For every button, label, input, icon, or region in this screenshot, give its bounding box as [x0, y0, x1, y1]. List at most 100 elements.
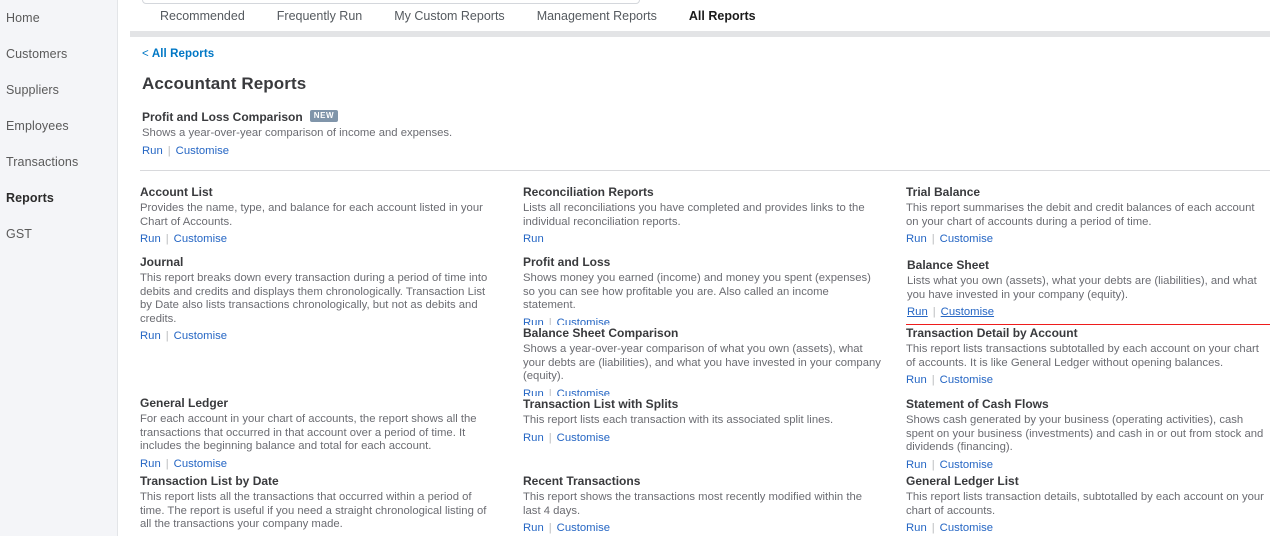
- customise-link[interactable]: Customise: [940, 459, 993, 471]
- report-actions: Run | Customise: [906, 521, 1270, 535]
- run-link[interactable]: Run: [523, 432, 544, 444]
- run-link[interactable]: Run: [906, 522, 927, 534]
- report-title: Account List: [140, 184, 499, 200]
- report-card-transaction-list-by-date: Transaction List by Date This report lis…: [140, 473, 499, 536]
- report-description: This report lists each transaction with …: [523, 414, 834, 426]
- report-actions: Run | Customise: [142, 144, 1252, 158]
- report-title-text: Transaction List with Splits: [523, 397, 679, 411]
- report-description: For each account in your chart of accoun…: [140, 413, 477, 453]
- report-title: Balance Sheet Comparison: [523, 325, 882, 341]
- new-badge: NEW: [309, 110, 339, 122]
- customise-link[interactable]: Customise: [174, 330, 227, 342]
- report-title-text: Balance Sheet Comparison: [523, 326, 679, 340]
- report-description: Provides the name, type, and balance for…: [140, 202, 483, 228]
- customise-link[interactable]: Customise: [174, 458, 227, 470]
- report-card-reconciliation-reports: Reconciliation Reports Lists all reconci…: [523, 184, 882, 246]
- report-card-transaction-list-with-splits: Transaction List with Splits This report…: [523, 396, 882, 445]
- customise-link[interactable]: Customise: [940, 522, 993, 534]
- customise-link[interactable]: Customise: [940, 233, 993, 245]
- report-description: This report shows the transactions most …: [523, 491, 863, 517]
- report-title-text: General Ledger: [140, 396, 229, 410]
- report-actions: Run | Customise: [140, 457, 499, 471]
- run-link[interactable]: Run: [140, 458, 161, 470]
- sidebar-item-label: Suppliers: [6, 83, 60, 97]
- tab-management-reports[interactable]: Management Reports: [521, 0, 673, 32]
- report-card-recent-transactions: Recent Transactions This report shows th…: [523, 473, 882, 535]
- sidebar-item-label: GST: [6, 227, 32, 241]
- reports-column-1: Account List Provides the name, type, an…: [140, 184, 523, 536]
- customise-link[interactable]: Customise: [941, 306, 994, 318]
- reports-column-2: Reconciliation Reports Lists all reconci…: [523, 184, 906, 536]
- report-card-balance-sheet-comparison: Balance Sheet Comparison Shows a year-ov…: [523, 325, 882, 396]
- report-title: Journal: [140, 254, 499, 270]
- report-description: Lists all reconciliations you have compl…: [523, 202, 865, 228]
- sidebar-item-home[interactable]: Home: [0, 0, 117, 36]
- run-link[interactable]: Run: [523, 522, 544, 534]
- sidebar-item-employees[interactable]: Employees: [0, 108, 117, 144]
- customise-link[interactable]: Customise: [557, 432, 610, 444]
- report-actions: Run | Customise: [906, 373, 1270, 387]
- sidebar-item-suppliers[interactable]: Suppliers: [0, 72, 117, 108]
- customise-link[interactable]: Customise: [940, 374, 993, 386]
- report-actions: Run | Customise: [140, 329, 499, 343]
- customise-link[interactable]: Customise: [176, 145, 229, 157]
- link-separator: |: [165, 457, 169, 470]
- report-card-statement-of-cash-flows: Statement of Cash Flows Shows cash gener…: [906, 396, 1270, 472]
- breadcrumb-label: All Reports: [151, 48, 215, 60]
- run-link[interactable]: Run: [906, 233, 927, 245]
- main-content: Recommended Frequently Run My Custom Rep…: [118, 0, 1270, 536]
- report-title: Balance Sheet: [907, 257, 1270, 273]
- report-tabs: Recommended Frequently Run My Custom Rep…: [118, 0, 1270, 35]
- report-title-text: Profit and Loss Comparison: [142, 110, 303, 124]
- run-link[interactable]: Run: [523, 317, 544, 325]
- report-description: This report breaks down every transactio…: [140, 272, 488, 325]
- report-card-general-ledger: General Ledger For each account in your …: [140, 395, 499, 471]
- report-description: This report lists transaction details, s…: [906, 491, 1264, 517]
- tab-my-custom-reports[interactable]: My Custom Reports: [378, 0, 520, 32]
- report-title: Transaction List by Date: [140, 473, 499, 489]
- report-description: This report lists transactions subtotall…: [906, 343, 1259, 369]
- sidebar-item-gst[interactable]: GST: [0, 216, 117, 252]
- customise-link[interactable]: Customise: [557, 522, 610, 534]
- run-link[interactable]: Run: [907, 306, 928, 318]
- report-title: General Ledger List: [906, 473, 1270, 489]
- tab-rule-bar: [130, 31, 1270, 37]
- report-title: Transaction Detail by Account: [906, 325, 1270, 341]
- run-link[interactable]: Run: [906, 374, 927, 386]
- report-title: Recent Transactions: [523, 473, 882, 489]
- tab-label: My Custom Reports: [394, 9, 505, 23]
- sidebar-item-transactions[interactable]: Transactions: [0, 144, 117, 180]
- sidebar-item-label: Employees: [6, 119, 69, 133]
- report-actions: Run | Customise: [907, 305, 1270, 319]
- link-separator: |: [165, 233, 169, 246]
- run-link[interactable]: Run: [140, 233, 161, 245]
- run-link[interactable]: Run: [523, 388, 544, 396]
- link-separator: |: [931, 458, 935, 471]
- run-link[interactable]: Run: [523, 233, 544, 245]
- sidebar-item-label: Customers: [6, 47, 68, 61]
- run-link[interactable]: Run: [140, 330, 161, 342]
- report-card-account-list: Account List Provides the name, type, an…: [140, 184, 499, 246]
- sidebar-item-label: Transactions: [6, 155, 79, 169]
- tab-label: Recommended: [160, 9, 245, 23]
- tab-all-reports[interactable]: All Reports: [673, 0, 772, 35]
- tab-label: Management Reports: [536, 9, 657, 23]
- report-actions: Run | Customise: [523, 316, 882, 325]
- sidebar-item-reports[interactable]: Reports: [0, 180, 117, 216]
- customise-link[interactable]: Customise: [174, 233, 227, 245]
- tab-frequently-run[interactable]: Frequently Run: [261, 0, 378, 32]
- report-title-text: Trial Balance: [906, 185, 981, 199]
- link-separator: |: [548, 431, 552, 444]
- reports-page: Home Customers Suppliers Employees Trans…: [0, 0, 1270, 536]
- report-description: Lists what you own (assets), what your d…: [907, 275, 1257, 301]
- report-card-balance-sheet[interactable]: Balance Sheet Lists what you own (assets…: [906, 254, 1270, 325]
- breadcrumb-all-reports[interactable]: < All Reports: [142, 48, 214, 60]
- run-link[interactable]: Run: [906, 459, 927, 471]
- report-card-transaction-detail-by-account: Transaction Detail by Account This repor…: [906, 325, 1270, 387]
- sidebar-item-customers[interactable]: Customers: [0, 36, 117, 72]
- run-link[interactable]: Run: [142, 145, 163, 157]
- customise-link[interactable]: Customise: [557, 317, 610, 325]
- tab-recommended[interactable]: Recommended: [144, 0, 261, 32]
- customise-link[interactable]: Customise: [557, 388, 610, 396]
- link-separator: |: [548, 316, 552, 325]
